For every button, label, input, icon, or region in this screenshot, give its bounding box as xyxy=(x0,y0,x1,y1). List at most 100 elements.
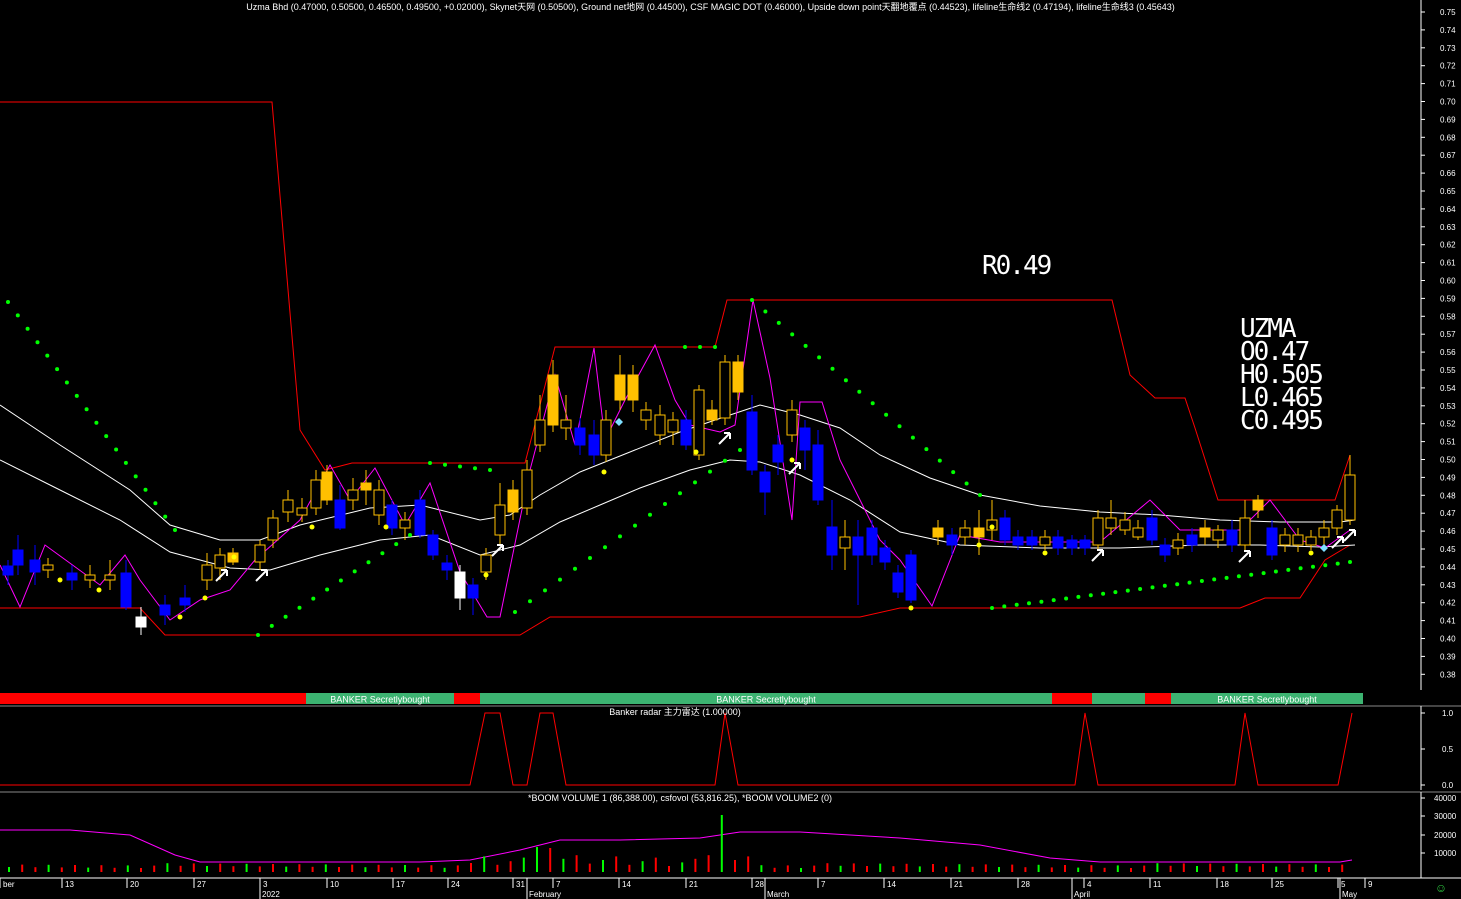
candle-body xyxy=(1279,534,1291,546)
volume-bar xyxy=(404,865,406,872)
date-tick-label: 9 xyxy=(1368,880,1373,889)
candle-body xyxy=(521,469,533,509)
candle-body xyxy=(759,471,771,493)
candle-body xyxy=(640,409,652,421)
volume-tick-label: 30000 xyxy=(1434,812,1457,821)
candle-body xyxy=(1186,534,1198,546)
candle-body xyxy=(104,574,116,581)
sar-dot xyxy=(74,393,79,398)
volume-bar xyxy=(74,865,76,872)
volume-bar xyxy=(258,866,261,872)
candle-body xyxy=(373,489,385,516)
sar-dot xyxy=(1125,588,1130,593)
volume-bar xyxy=(456,865,459,872)
volume-bar xyxy=(905,863,908,872)
smiley-icon[interactable]: ☺ xyxy=(1434,880,1448,896)
sar-dot xyxy=(857,389,862,394)
volume-bar xyxy=(1143,865,1146,872)
date-tick-label: 21 xyxy=(954,880,963,889)
date-tick-label: ber xyxy=(3,880,15,889)
date-tick-label: 13 xyxy=(65,880,74,889)
volume-bar xyxy=(338,867,340,872)
sar-dot xyxy=(683,345,687,349)
sar-dot xyxy=(1002,604,1007,609)
candle-body xyxy=(946,534,958,546)
candle-body xyxy=(427,534,439,556)
candle-body xyxy=(999,517,1011,541)
candle xyxy=(826,500,838,570)
candle xyxy=(1172,533,1184,555)
volume-bar xyxy=(377,864,380,872)
sar-dot xyxy=(870,401,875,406)
signal-dot xyxy=(989,524,995,530)
candle-body xyxy=(654,414,666,436)
volume-bar xyxy=(668,866,670,872)
date-tick-label: 14 xyxy=(887,880,896,889)
candle xyxy=(296,498,308,522)
sar-dot xyxy=(394,542,399,547)
candle xyxy=(282,490,294,522)
price-tick-label: 0.44 xyxy=(1440,563,1456,572)
volume-bar xyxy=(219,863,222,872)
sar-dot xyxy=(35,340,40,345)
candle-body xyxy=(746,411,758,471)
sar-dot xyxy=(25,326,30,331)
volume-bar xyxy=(1196,866,1198,872)
volume-bar xyxy=(1116,865,1119,872)
sar-dot xyxy=(133,474,138,479)
ground-net-line xyxy=(0,544,1351,636)
sar-dot xyxy=(708,469,712,474)
date-tick-label: 20 xyxy=(130,880,139,889)
price-tick-label: 0.47 xyxy=(1440,509,1456,518)
volume-bar xyxy=(879,863,882,872)
price-tick-label: 0.61 xyxy=(1440,259,1456,268)
candle-body xyxy=(1239,517,1251,546)
sar-dot xyxy=(15,313,20,318)
candle-body xyxy=(879,547,891,563)
candle xyxy=(414,490,426,538)
candle-body xyxy=(852,536,864,556)
buy-arrow-icon xyxy=(1343,529,1356,542)
candle xyxy=(680,410,692,450)
volume-bar xyxy=(245,863,248,872)
volume-bar xyxy=(1235,863,1238,872)
sar-dot xyxy=(55,367,60,372)
sar-dot xyxy=(1273,569,1278,574)
candle-body xyxy=(1226,529,1238,546)
candle-body xyxy=(296,507,308,516)
volume-bar xyxy=(470,863,472,872)
volume-tick-label: 40000 xyxy=(1434,794,1457,803)
banker-segment xyxy=(1092,693,1145,704)
date-axis-bg xyxy=(0,879,1421,899)
sar-dot xyxy=(738,448,742,452)
volume-bar xyxy=(1288,864,1291,872)
volume-bar xyxy=(140,868,142,872)
sar-dot xyxy=(648,512,652,517)
price-tick-label: 0.46 xyxy=(1440,527,1456,536)
sar-dot xyxy=(473,466,477,471)
volume-bar xyxy=(272,864,274,872)
signal-dot xyxy=(908,605,914,611)
price-tick-label: 0.42 xyxy=(1440,599,1456,608)
volume-bar xyxy=(773,867,776,872)
sar-dot xyxy=(990,606,994,610)
volume-panel-header: *BOOM VOLUME 1 (86,388.00), csfovol (53,… xyxy=(527,793,833,803)
candle-body xyxy=(772,444,784,463)
candle-body xyxy=(1092,517,1104,546)
candle xyxy=(441,555,453,580)
price-tick-label: 0.52 xyxy=(1440,420,1456,429)
volume-bar xyxy=(549,848,552,872)
candle-body xyxy=(467,584,479,599)
candle-body xyxy=(826,526,838,556)
candle xyxy=(12,535,24,575)
banker-segment xyxy=(454,693,480,704)
candle xyxy=(839,520,851,570)
date-tick-label: 28 xyxy=(755,880,764,889)
date-tick-label: 21 xyxy=(689,880,698,889)
sar-dot xyxy=(830,366,835,371)
candle xyxy=(1079,535,1091,555)
candle-body xyxy=(1105,517,1117,529)
price-tick-label: 0.53 xyxy=(1440,402,1456,411)
candle-body xyxy=(201,564,213,581)
candle xyxy=(693,385,705,460)
